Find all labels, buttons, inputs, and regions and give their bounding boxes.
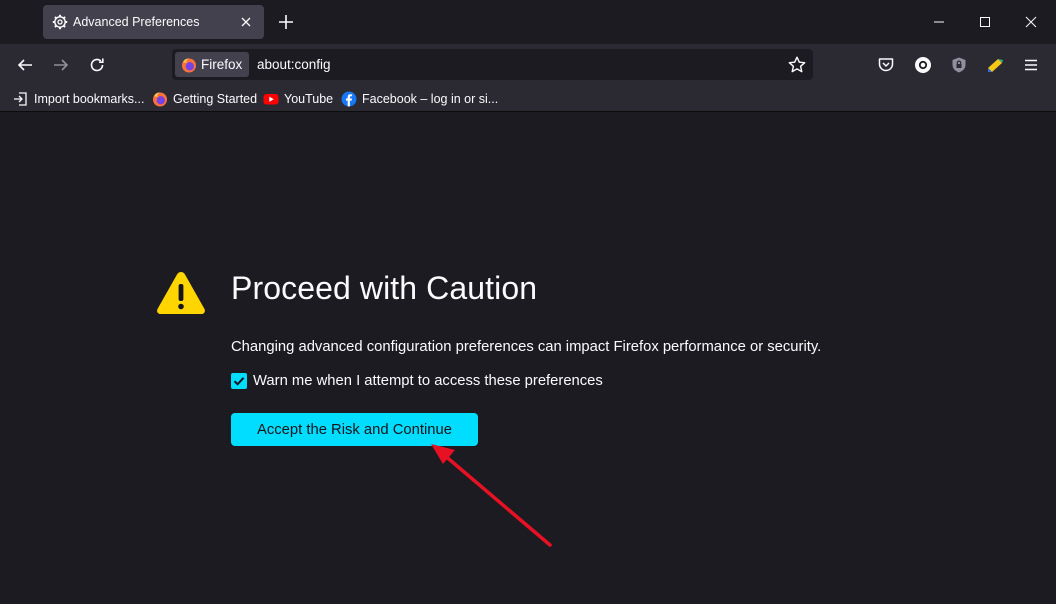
back-button[interactable]: [11, 52, 39, 78]
account-avatar-icon: [915, 57, 931, 73]
maximize-icon: [980, 17, 990, 27]
identity-label: Firefox: [201, 57, 243, 72]
bookmark-label: Import bookmarks...: [34, 92, 145, 106]
url-bar[interactable]: Firefox about:config: [172, 49, 813, 80]
identity-box[interactable]: Firefox: [175, 52, 249, 77]
back-arrow-icon: [17, 59, 32, 71]
firefox-logo-icon: [153, 92, 167, 107]
bookmarks-toolbar: Import bookmarks... Getting Started YouT…: [0, 86, 1056, 112]
close-window-button[interactable]: [1008, 0, 1054, 44]
facebook-icon: [341, 91, 357, 107]
bookmark-star-icon[interactable]: [787, 55, 807, 75]
pocket-icon: [878, 58, 894, 72]
close-tab-icon[interactable]: [238, 14, 254, 30]
page-content: Proceed with Caution Changing advanced c…: [1, 112, 1055, 604]
warn-checkbox-label[interactable]: Warn me when I attempt to access these p…: [253, 373, 603, 389]
maximize-button[interactable]: [962, 0, 1008, 44]
new-tab-plus-icon[interactable]: [276, 12, 296, 32]
close-icon: [1025, 16, 1037, 28]
forward-button[interactable]: [47, 52, 75, 78]
bookmark-facebook[interactable]: Facebook – log in or si...: [341, 90, 498, 108]
forward-arrow-icon: [54, 59, 69, 71]
annotation-arrow-icon: [431, 444, 552, 547]
reload-icon: [90, 58, 104, 72]
navigation-toolbar: Firefox about:config: [0, 44, 1056, 86]
extension-colorful-icon: [988, 59, 1003, 72]
pocket-button[interactable]: [876, 55, 896, 75]
gear-icon: [52, 14, 68, 30]
bookmark-import[interactable]: Import bookmarks...: [13, 90, 144, 108]
bookmark-label: Getting Started: [173, 92, 258, 106]
hamburger-menu-icon: [1025, 59, 1037, 71]
warning-icon: [157, 272, 205, 314]
checkmark-icon: [233, 377, 245, 386]
bookmark-label: Facebook – log in or si...: [362, 92, 499, 106]
app-menu-button[interactable]: [1021, 55, 1041, 75]
tab-strip: Advanced Preferences: [0, 0, 1056, 44]
url-text[interactable]: about:config: [257, 57, 331, 72]
shield-lock-icon: [952, 57, 966, 73]
firefox-logo-icon: [182, 57, 196, 72]
bookmark-youtube[interactable]: YouTube: [263, 90, 333, 108]
caution-description: Changing advanced configuration preferen…: [231, 339, 822, 355]
extension-button[interactable]: [985, 55, 1005, 75]
bookmark-label: YouTube: [284, 92, 334, 106]
bookmark-getting-started[interactable]: Getting Started: [152, 90, 257, 108]
tab-advanced-preferences[interactable]: Advanced Preferences: [43, 5, 264, 39]
reload-button[interactable]: [83, 52, 111, 78]
tab-title: Advanced Preferences: [73, 15, 200, 29]
page-title: Proceed with Caution: [231, 270, 538, 306]
import-icon: [14, 92, 27, 106]
warn-checkbox[interactable]: [231, 373, 247, 389]
minimize-icon: [934, 21, 944, 23]
extension-shield-button[interactable]: [949, 55, 969, 75]
youtube-icon: [263, 94, 279, 105]
minimize-button[interactable]: [916, 0, 962, 44]
account-button[interactable]: [913, 55, 933, 75]
